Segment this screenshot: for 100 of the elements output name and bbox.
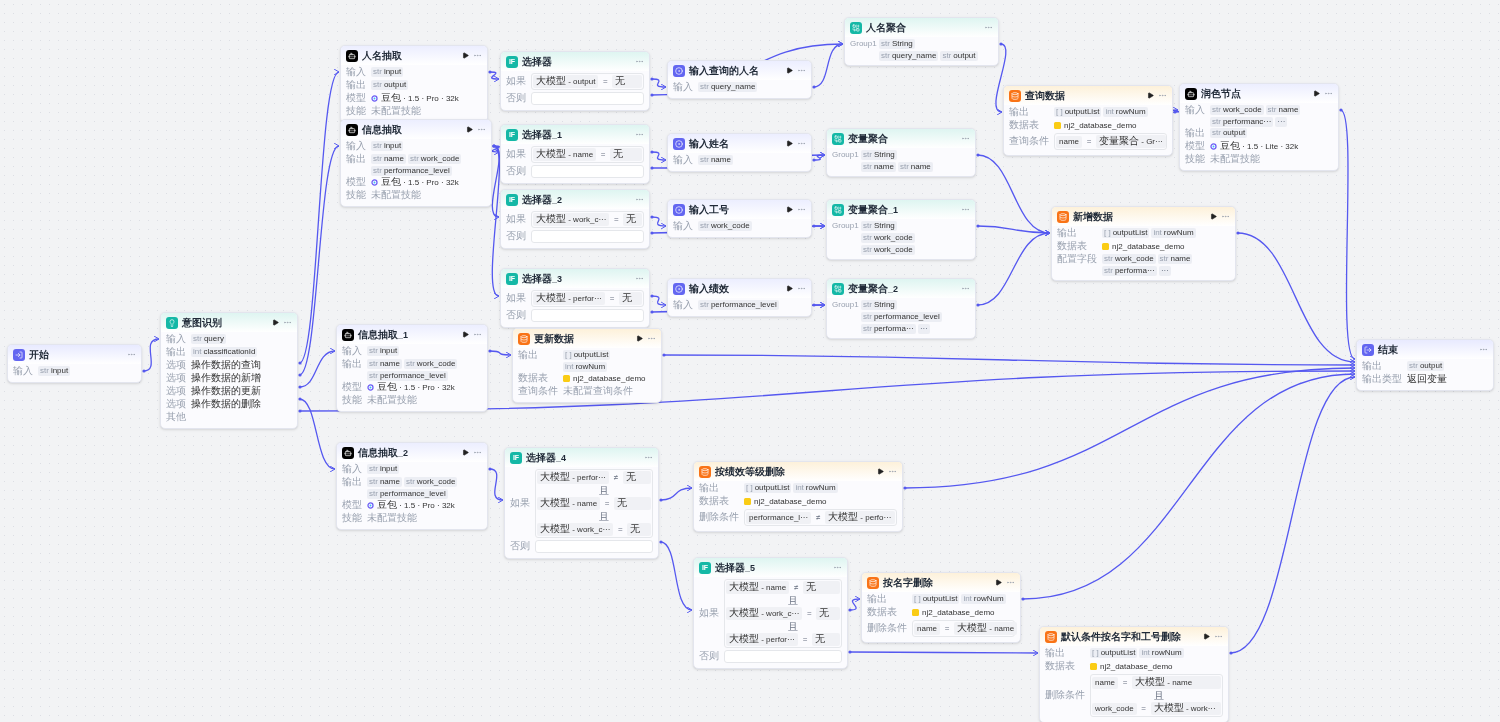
else-field[interactable]	[535, 540, 653, 553]
condition-operand[interactable]: 大模型 - work_c···	[537, 523, 614, 536]
run-icon[interactable]	[1313, 90, 1320, 97]
condition-operand[interactable]: performance_l···	[746, 511, 812, 524]
more-icon[interactable]	[833, 563, 842, 572]
else-field[interactable]	[724, 650, 842, 663]
condition-value[interactable]: 大模型 - work···	[1150, 702, 1221, 715]
condition-operand[interactable]: work_code	[1092, 702, 1137, 715]
run-icon[interactable]	[786, 67, 793, 74]
run-icon[interactable]	[995, 579, 1002, 586]
else-field[interactable]	[531, 92, 644, 105]
more-icon[interactable]	[1006, 578, 1015, 587]
run-icon[interactable]	[877, 468, 884, 475]
workflow-node[interactable]: 开始 输入 str input	[7, 344, 142, 383]
workflow-node[interactable]: 信息抽取_2 输入 str input 输出 str name str work_code str performance_level 模型 豆包 · 1.5 · Pro · 32k 技能 未配置技能	[336, 442, 488, 530]
else-field[interactable]	[531, 309, 644, 322]
condition-value[interactable]: 无	[803, 581, 840, 594]
condition-operand[interactable]: 大模型 - work_c···	[533, 213, 610, 226]
condition-value[interactable]: 大模型 - name	[1132, 676, 1221, 689]
condition-value[interactable]: 大模型 - name	[954, 622, 1018, 635]
run-icon[interactable]	[462, 52, 469, 59]
run-icon[interactable]	[272, 319, 279, 326]
condition-value[interactable]: 无	[623, 213, 642, 226]
more-icon[interactable]	[647, 334, 656, 343]
condition-value[interactable]: 无	[623, 471, 651, 484]
more-icon[interactable]	[477, 125, 486, 134]
workflow-node[interactable]: 信息抽取_1 输入 str input 输出 str name str work_code str performance_level 模型 豆包 · 1.5 · Pro · 32k 技能 未配置技能	[336, 324, 488, 412]
condition-operand[interactable]: name	[1056, 135, 1082, 148]
more-tag[interactable]: ···	[1158, 266, 1171, 276]
more-icon[interactable]	[797, 205, 806, 214]
more-icon[interactable]	[797, 284, 806, 293]
more-icon[interactable]	[1324, 89, 1333, 98]
more-icon[interactable]	[961, 205, 970, 214]
condition-value[interactable]: 无	[812, 633, 840, 646]
run-icon[interactable]	[466, 126, 473, 133]
more-icon[interactable]	[797, 139, 806, 148]
run-icon[interactable]	[786, 285, 793, 292]
workflow-node[interactable]: 按绩效等级删除 输出 [ ] outputList int rowNum 数据表 nj2_database_demo 删除条件 performance_l··· ≠ 大模型 - perfo···	[693, 461, 903, 532]
workflow-node[interactable]: 意图识别 输入 str query 输出 int classificationId 选项 操作数据的查询 选项 操作数据的新增 选项 操作数据的更新 选项 操作数据的删除 其他	[160, 312, 298, 429]
condition-value[interactable]: 变量聚合 - Gr···	[1096, 135, 1166, 148]
workflow-node[interactable]: 输入绩效 输入 str performance_level	[667, 278, 812, 317]
workflow-node[interactable]: 信息抽取 输入 str input 输出 str name str work_code str performance_level 模型 豆包 · 1.5 · Pro · 32k 技能 未配置技能	[340, 119, 492, 207]
condition-operand[interactable]: 大模型 - perfor···	[537, 471, 609, 484]
more-icon[interactable]	[1221, 212, 1230, 221]
workflow-node[interactable]: 输入查询的人名 输入 str query_name	[667, 60, 812, 99]
more-icon[interactable]	[127, 350, 136, 359]
condition-value[interactable]: 无	[612, 75, 642, 88]
condition-operand[interactable]: name	[1092, 676, 1118, 689]
condition-value[interactable]: 无	[627, 523, 651, 536]
run-icon[interactable]	[1210, 213, 1217, 220]
more-icon[interactable]	[961, 284, 970, 293]
workflow-node[interactable]: 人名抽取 输入 str input 输出 str output 模型 豆包 · 1.5 · Pro · 32k 技能 未配置技能	[340, 45, 488, 123]
condition-value[interactable]: 无	[816, 607, 840, 620]
condition-operand[interactable]: 大模型 - output	[533, 75, 599, 88]
more-icon[interactable]	[473, 330, 482, 339]
more-icon[interactable]	[888, 467, 897, 476]
workflow-node[interactable]: 新增数据 输出 [ ] outputList int rowNum 数据表 nj2_database_demo 配置字段 str work_code str name str performa··· ···	[1051, 206, 1236, 281]
workflow-node[interactable]: 变量聚合 Group1 str String str name str name	[826, 128, 976, 177]
workflow-node[interactable]: 人名聚合 Group1 str String str query_name str output	[844, 17, 999, 66]
more-icon[interactable]	[644, 453, 653, 462]
condition-operand[interactable]: 大模型 - work_c···	[726, 607, 803, 620]
workflow-node[interactable]: 变量聚合_1 Group1 str String str work_code str work_code	[826, 199, 976, 260]
more-icon[interactable]	[473, 51, 482, 60]
run-icon[interactable]	[1203, 633, 1210, 640]
workflow-node[interactable]: 输入工号 输入 str work_code	[667, 199, 812, 238]
else-field[interactable]	[531, 165, 644, 178]
else-field[interactable]	[531, 230, 644, 243]
condition-operand[interactable]: name	[914, 622, 940, 635]
more-icon[interactable]	[473, 448, 482, 457]
more-tag[interactable]: ···	[1275, 117, 1288, 127]
workflow-node[interactable]: 输入姓名 输入 str name	[667, 133, 812, 172]
more-icon[interactable]	[961, 134, 970, 143]
more-icon[interactable]	[1479, 345, 1488, 354]
workflow-node[interactable]: 默认条件按名字和工号删除 输出 [ ] outputList int rowNum 数据表 nj2_database_demo 删除条件 name = 大模型 - name 且 work_code = 大模型 - work···	[1039, 626, 1229, 722]
condition-value[interactable]: 无	[610, 148, 642, 161]
condition-operand[interactable]: 大模型 - perfor···	[533, 292, 605, 305]
run-icon[interactable]	[1147, 92, 1154, 99]
more-icon[interactable]	[984, 23, 993, 32]
condition-operand[interactable]: 大模型 - name	[537, 497, 601, 510]
run-icon[interactable]	[786, 140, 793, 147]
condition-value[interactable]: 无	[619, 292, 642, 305]
workflow-node[interactable]: 按名字删除 输出 [ ] outputList int rowNum 数据表 nj2_database_demo 删除条件 name = 大模型 - name	[861, 572, 1021, 643]
workflow-node[interactable]: 查询数据 输出 [ ] outputList int rowNum 数据表 nj2_database_demo 查询条件 name = 变量聚合 - Gr···	[1003, 85, 1173, 156]
condition-value[interactable]: 无	[614, 497, 651, 510]
run-icon[interactable]	[636, 335, 643, 342]
condition-value[interactable]: 大模型 - perfo···	[825, 511, 895, 524]
run-icon[interactable]	[462, 449, 469, 456]
more-icon[interactable]	[635, 57, 644, 66]
workflow-node[interactable]: 结束 输出 str output 输出类型 返回变量	[1356, 339, 1494, 391]
condition-operand[interactable]: 大模型 - name	[533, 148, 597, 161]
condition-operand[interactable]: 大模型 - perfor···	[726, 633, 798, 646]
workflow-node[interactable]: 更新数据 输出 [ ] outputList int rowNum 数据表 nj2_database_demo 查询条件 未配置查询条件	[512, 328, 662, 403]
more-icon[interactable]	[797, 66, 806, 75]
more-icon[interactable]	[283, 318, 292, 327]
more-icon[interactable]	[1158, 91, 1167, 100]
run-icon[interactable]	[462, 331, 469, 338]
more-tag[interactable]: ···	[917, 324, 930, 334]
condition-operand[interactable]: 大模型 - name	[726, 581, 790, 594]
more-icon[interactable]	[635, 274, 644, 283]
run-icon[interactable]	[786, 206, 793, 213]
